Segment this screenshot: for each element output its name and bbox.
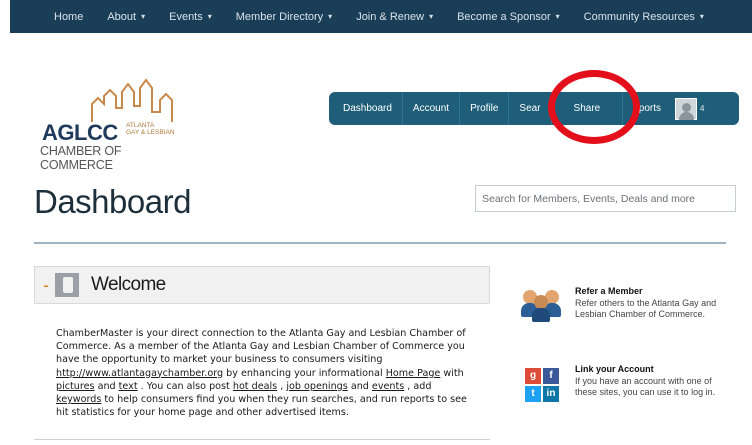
pictures-link[interactable]: pictures	[56, 381, 95, 392]
welcome-text-1: ChamberMaster is your direct connection …	[56, 328, 466, 366]
nav-member-directory[interactable]: Member Directory ▾	[224, 11, 344, 23]
welcome-text-7: and	[347, 380, 372, 392]
top-navigation: Home About ▾ Events ▾ Member Directory ▾ Jo…	[10, 0, 752, 33]
twitter-icon[interactable]: t	[525, 386, 541, 402]
chevron-down-icon: ▾	[429, 12, 434, 21]
refer-member-title[interactable]: Refer a Member	[575, 286, 731, 298]
facebook-icon[interactable]: f	[543, 368, 559, 384]
job-openings-link[interactable]: job openings	[286, 381, 347, 392]
nav-member-directory-label: Member Directory	[235, 10, 324, 23]
hot-deals-link[interactable]: hot deals	[233, 381, 277, 392]
logo-tagline-line2: GAY & LESBIAN	[126, 129, 175, 136]
refer-member-text: Refer a Member Refer others to the Atlan…	[575, 286, 731, 322]
panel-bottom-border	[34, 439, 490, 440]
nav-about[interactable]: About ▾	[95, 11, 157, 23]
tab-search[interactable]: Sear	[509, 92, 552, 125]
keywords-link[interactable]: keywords	[56, 394, 101, 405]
nav-become-sponsor-label: Become a Sponsor	[457, 10, 551, 23]
welcome-text-8: , add	[404, 380, 432, 392]
welcome-text-2: by enhancing your informational	[223, 367, 386, 379]
google-plus-icon[interactable]: g	[525, 368, 541, 384]
chevron-down-icon: ▾	[141, 12, 146, 21]
link-account-block: g f t in Link your Account If you have a…	[521, 364, 731, 402]
linkedin-icon[interactable]: in	[543, 386, 559, 402]
social-icons: g f t in	[521, 364, 565, 402]
website-link[interactable]: http://www.atlantagaychamber.org	[56, 368, 223, 379]
nav-events[interactable]: Events ▾	[157, 11, 224, 23]
nav-join-renew-label: Join & Renew	[356, 10, 425, 23]
people-group-icon	[521, 286, 565, 322]
refer-member-block[interactable]: Refer a Member Refer others to the Atlan…	[521, 286, 731, 322]
link-account-text: Link your Account If you have an account…	[575, 364, 731, 400]
skyline-icon	[91, 78, 173, 122]
chevron-down-icon: ▾	[328, 12, 333, 21]
dashboard-tabbar: Dashboard Account Profile Sear Share epo…	[329, 92, 739, 125]
aglcc-logo[interactable]: AGLCC ATLANTA GAY & LESBIAN CHAMBER OF CO…	[36, 78, 194, 172]
page-title: Dashboard	[34, 183, 191, 220]
welcome-panel-header[interactable]: - Welcome	[34, 266, 490, 304]
welcome-text-3: with	[440, 367, 464, 379]
logo-tagline-line1: ATLANTA	[126, 122, 155, 129]
user-count: 4	[700, 104, 705, 113]
welcome-text-5: . You can also post	[137, 380, 233, 392]
nav-become-sponsor[interactable]: Become a Sponsor ▾	[445, 11, 572, 23]
refer-member-desc: Refer others to the Atlanta Gay and Lesb…	[575, 297, 717, 320]
welcome-text-9: to help consumers find you when they run…	[56, 394, 467, 419]
nav-community-resources-label: Community Resources	[583, 10, 695, 23]
nav-home[interactable]: Home	[10, 11, 95, 23]
text-link[interactable]: text	[119, 381, 138, 392]
tab-profile[interactable]: Profile	[460, 92, 510, 125]
welcome-text-6: ,	[277, 380, 287, 392]
search-input[interactable]	[475, 185, 736, 212]
nav-home-label: Home	[54, 10, 84, 23]
tab-share[interactable]: Share	[552, 92, 624, 125]
nav-about-label: About	[107, 10, 137, 23]
chevron-down-icon: ▾	[699, 12, 704, 21]
nav-events-label: Events	[169, 10, 203, 23]
tab-account[interactable]: Account	[403, 92, 461, 125]
welcome-heading: Welcome	[91, 274, 166, 295]
logo-wordmark: AGLCC	[42, 120, 118, 145]
chevron-down-icon: ▾	[207, 12, 212, 21]
welcome-text: ChamberMaster is your direct connection …	[56, 327, 476, 419]
home-page-link[interactable]: Home Page	[386, 368, 441, 379]
logo-fullname: CHAMBER OF COMMERCE	[40, 144, 122, 172]
welcome-text-4: and	[94, 380, 119, 392]
panel-icon	[55, 273, 79, 297]
chevron-down-icon: ▾	[555, 12, 560, 21]
nav-community-resources[interactable]: Community Resources ▾	[572, 11, 716, 23]
nav-join-renew[interactable]: Join & Renew ▾	[344, 11, 445, 23]
tab-dashboard[interactable]: Dashboard	[333, 92, 403, 125]
divider	[34, 242, 726, 244]
tab-reports[interactable]: eports	[623, 92, 671, 125]
logo-tagline: ATLANTA GAY & LESBIAN	[126, 122, 175, 136]
user-avatar[interactable]	[675, 97, 698, 120]
link-account-desc: If you have an account with one of these…	[575, 375, 716, 398]
events-link[interactable]: events	[372, 381, 404, 392]
link-account-title: Link your Account	[575, 364, 654, 374]
collapse-icon[interactable]: -	[43, 275, 49, 296]
